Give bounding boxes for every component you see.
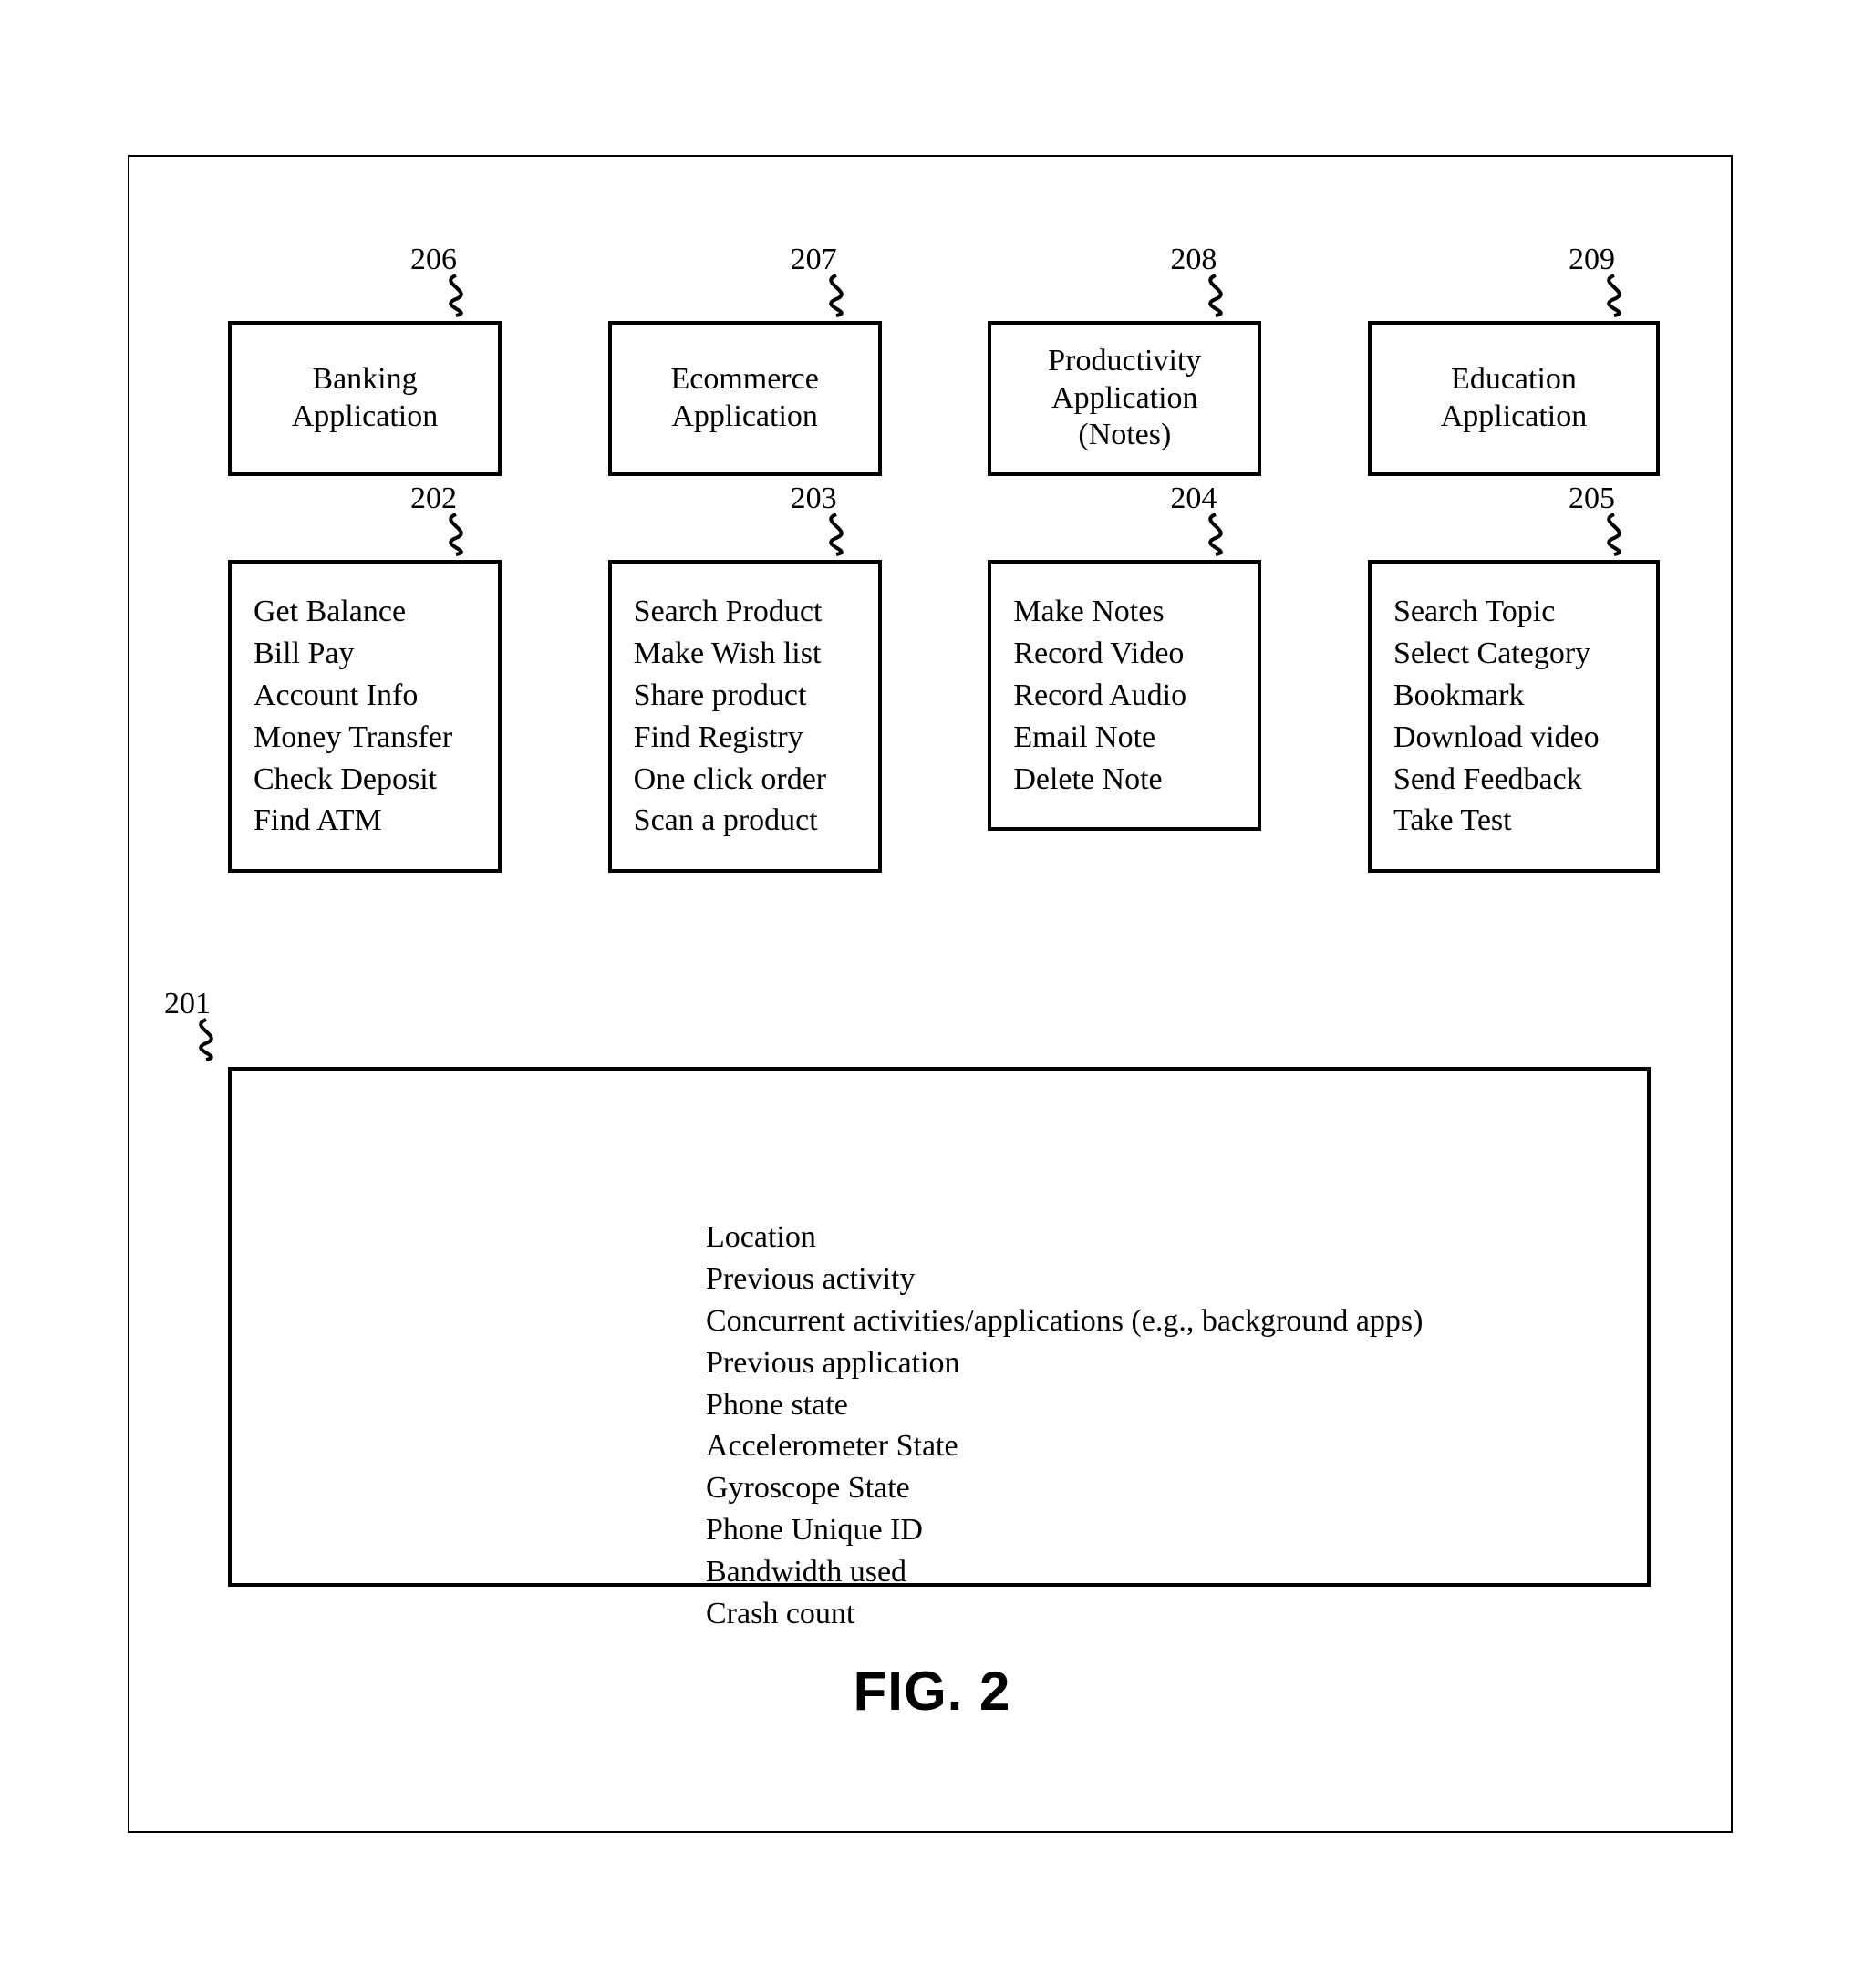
list-item: Record Video xyxy=(1013,633,1236,675)
ref-label: 208 xyxy=(1170,243,1217,277)
list-item: Money Transfer xyxy=(254,717,476,759)
ref-squiggle-icon xyxy=(1188,274,1243,317)
list-item: Get Balance xyxy=(254,591,476,633)
list-item: Previous activity xyxy=(706,1258,1423,1300)
list-item: Record Audio xyxy=(1013,675,1236,717)
columns-container: 206 Banking Application 202 Get Balance … xyxy=(228,237,1660,873)
list-item: Location xyxy=(706,1217,1423,1258)
ref-squiggle-icon xyxy=(429,513,483,556)
ref-label: 201 xyxy=(164,987,211,1021)
ref-squiggle-icon xyxy=(1188,513,1243,556)
ref-group-202: 202 xyxy=(228,481,502,560)
banking-title-text: Banking Application xyxy=(292,361,439,436)
ref-label: 207 xyxy=(791,243,837,277)
ref-label: 202 xyxy=(410,481,457,516)
education-tasks-box: Search Topic Select Category Bookmark Do… xyxy=(1368,560,1660,873)
column-banking: 206 Banking Application 202 Get Balance … xyxy=(228,237,502,873)
list-item: Select Category xyxy=(1393,633,1634,675)
ref-squiggle-icon xyxy=(809,274,864,317)
list-item: Scan a product xyxy=(634,800,856,842)
list-item: Download video xyxy=(1393,717,1634,759)
ecommerce-title-box: Ecommerce Application xyxy=(608,321,882,476)
ref-group-201: 201 xyxy=(164,987,255,1065)
ref-label: 205 xyxy=(1569,481,1615,516)
banking-tasks-box: Get Balance Bill Pay Account Info Money … xyxy=(228,560,502,873)
ref-squiggle-icon xyxy=(179,1018,233,1061)
list-item: Search Product xyxy=(634,591,856,633)
ref-group-209: 209 xyxy=(1368,243,1660,321)
column-ecommerce: 207 Ecommerce Application 203 Search Pro… xyxy=(608,237,882,873)
figure-caption: FIG. 2 xyxy=(0,1660,1864,1723)
ref-group-204: 204 xyxy=(988,481,1261,560)
ref-group-205: 205 xyxy=(1368,481,1660,560)
list-item: Check Deposit xyxy=(254,759,476,801)
list-item: Make Notes xyxy=(1013,591,1236,633)
banking-title-box: Banking Application xyxy=(228,321,502,476)
list-item: Crash count xyxy=(706,1593,1423,1635)
shared-list: Location Previous activity Concurrent ac… xyxy=(706,1217,1423,1635)
list-item: Make Wish list xyxy=(634,633,856,675)
list-item: Find Registry xyxy=(634,717,856,759)
list-item: One click order xyxy=(634,759,856,801)
list-item: Phone state xyxy=(706,1384,1423,1426)
ref-squiggle-icon xyxy=(429,274,483,317)
ref-group-206: 206 xyxy=(228,243,502,321)
list-item: Take Test xyxy=(1393,800,1634,842)
list-item: Find ATM xyxy=(254,800,476,842)
list-item: Search Topic xyxy=(1393,591,1634,633)
ref-group-203: 203 xyxy=(608,481,882,560)
list-item: Concurrent activities/applications (e.g.… xyxy=(706,1300,1423,1342)
column-productivity: 208 Productivity Application (Notes) 204… xyxy=(988,237,1261,873)
shared-context-box: Location Previous activity Concurrent ac… xyxy=(228,1067,1651,1587)
column-education: 209 Education Application 205 Search Top… xyxy=(1368,237,1660,873)
list-item: Accelerometer State xyxy=(706,1425,1423,1467)
list-item: Email Note xyxy=(1013,717,1236,759)
list-item: Phone Unique ID xyxy=(706,1509,1423,1551)
ecommerce-title-text: Ecommerce Application xyxy=(670,361,818,436)
list-item: Bandwidth used xyxy=(706,1551,1423,1593)
education-title-box: Education Application xyxy=(1368,321,1660,476)
ref-label: 209 xyxy=(1569,243,1615,277)
productivity-tasks-box: Make Notes Record Video Record Audio Ema… xyxy=(988,560,1261,831)
ref-label: 203 xyxy=(791,481,837,516)
ref-group-207: 207 xyxy=(608,243,882,321)
list-item: Previous application xyxy=(706,1342,1423,1384)
education-title-text: Education Application xyxy=(1441,361,1588,436)
list-item: Share product xyxy=(634,675,856,717)
productivity-title-box: Productivity Application (Notes) xyxy=(988,321,1261,476)
list-item: Delete Note xyxy=(1013,759,1236,801)
ref-group-208: 208 xyxy=(988,243,1261,321)
productivity-title-text: Productivity Application (Notes) xyxy=(1048,343,1201,454)
list-item: Send Feedback xyxy=(1393,759,1634,801)
list-item: Account Info xyxy=(254,675,476,717)
ref-squiggle-icon xyxy=(1587,513,1641,556)
list-item: Bookmark xyxy=(1393,675,1634,717)
list-item: Gyroscope State xyxy=(706,1467,1423,1509)
ref-label: 204 xyxy=(1170,481,1217,516)
ref-squiggle-icon xyxy=(809,513,864,556)
ref-squiggle-icon xyxy=(1587,274,1641,317)
ref-label: 206 xyxy=(410,243,457,277)
ecommerce-tasks-box: Search Product Make Wish list Share prod… xyxy=(608,560,882,873)
list-item: Bill Pay xyxy=(254,633,476,675)
